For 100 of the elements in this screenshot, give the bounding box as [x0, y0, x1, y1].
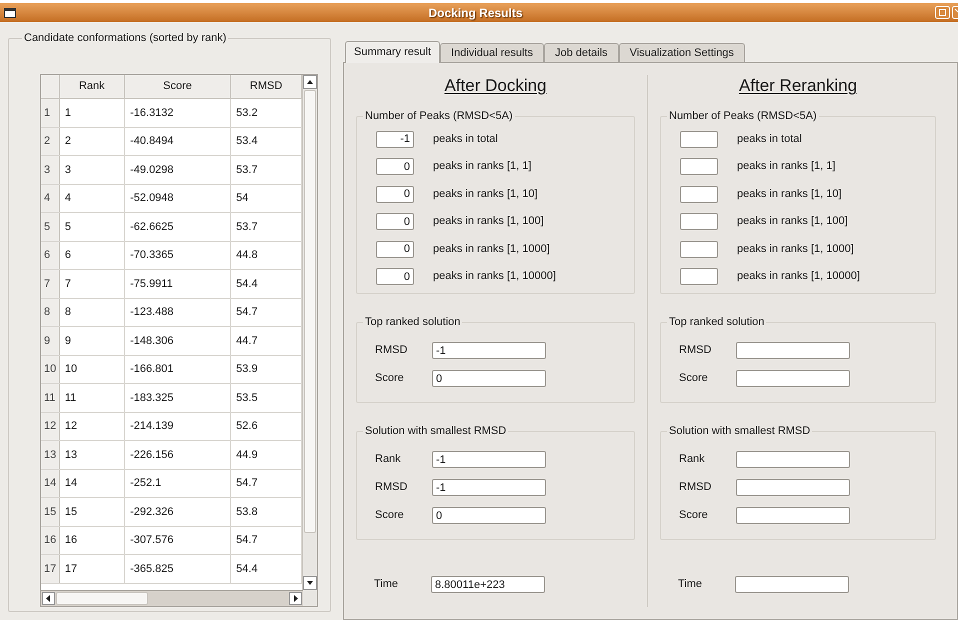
field-label: peaks in ranks [1, 10000]	[737, 269, 860, 284]
input-field[interactable]	[680, 186, 718, 202]
field-label: peaks in ranks [1, 1000]	[737, 242, 854, 257]
row-header[interactable]: 8	[41, 298, 60, 326]
table-cell: 17	[60, 555, 126, 582]
table-cell: -148.306	[125, 327, 232, 354]
table-cell: -292.326	[125, 498, 232, 526]
row-header[interactable]: 17	[41, 555, 60, 582]
table-cell: -52.0948	[125, 184, 232, 212]
field-label: peaks in ranks [1, 100]	[433, 214, 544, 230]
row-header[interactable]: 12	[41, 412, 60, 440]
field-label: RMSD	[375, 343, 408, 358]
row-header[interactable]: 3	[41, 156, 60, 184]
row-header[interactable]: 7	[41, 270, 60, 298]
group-title: Candidate conformations (sorted by rank)	[22, 30, 228, 46]
scroll-right-icon[interactable]	[289, 592, 302, 605]
field-label: RMSD	[679, 343, 712, 358]
row-header[interactable]: 2	[41, 128, 60, 155]
input-field[interactable]: 0	[432, 370, 546, 387]
input-field[interactable]	[736, 479, 850, 496]
input-field[interactable]: -1	[432, 451, 546, 468]
scroll-up-icon[interactable]	[303, 75, 317, 89]
input-field[interactable]	[680, 213, 718, 230]
input-field[interactable]	[680, 158, 718, 175]
input-field[interactable]	[680, 130, 718, 148]
row-header[interactable]: 5	[41, 213, 60, 240]
scrollbar-thumb[interactable]	[304, 90, 316, 533]
input-field[interactable]: -1	[376, 130, 414, 148]
table-cell: 16	[60, 526, 126, 554]
table-cell: -307.576	[125, 526, 232, 554]
table-cell: 4	[60, 184, 126, 212]
close-icon[interactable]	[952, 6, 958, 19]
field-label: Score	[679, 371, 709, 386]
tab[interactable]: Job details	[544, 43, 619, 62]
tab[interactable]: Summary result	[345, 41, 440, 63]
field-label: peaks in ranks [1, 1]	[737, 159, 836, 174]
row-header[interactable]: 9	[41, 327, 60, 354]
input-field[interactable]	[680, 240, 718, 258]
table-cell: -123.488	[125, 298, 232, 326]
table-cell: -252.1	[125, 470, 232, 497]
input-field[interactable]: 0	[376, 268, 414, 285]
window-title: Docking Results	[428, 4, 523, 22]
group-title: Top ranked solution	[363, 314, 462, 330]
table-cell: 14	[60, 470, 126, 497]
input-field[interactable]: 0	[376, 240, 414, 258]
field-label: peaks in total	[737, 132, 802, 147]
horizontal-scrollbar[interactable]	[41, 590, 303, 606]
row-header[interactable]: 11	[41, 384, 60, 412]
row-header[interactable]: 4	[41, 184, 60, 212]
row-header[interactable]: 16	[41, 526, 60, 554]
input-field[interactable]	[736, 370, 850, 387]
tab[interactable]: Individual results	[440, 43, 544, 62]
table-cell: 2	[60, 128, 126, 155]
field-label: RMSD	[679, 480, 712, 496]
row-header[interactable]: 15	[41, 498, 60, 526]
table-cell: 5	[60, 213, 126, 240]
column-header[interactable]: Rank	[60, 75, 125, 98]
input-field[interactable]: -1	[432, 479, 546, 496]
input-field[interactable]	[680, 268, 718, 285]
row-header[interactable]: 13	[41, 441, 60, 468]
row-header[interactable]: 6	[41, 242, 60, 269]
table-cell: -214.139	[125, 412, 232, 440]
window-menu-icon[interactable]	[4, 8, 16, 18]
scroll-left-icon[interactable]	[42, 592, 55, 605]
section-heading: After Reranking	[738, 75, 858, 97]
input-field[interactable]	[736, 451, 850, 468]
table-cell: 10	[60, 356, 126, 383]
table-cell: 3	[60, 156, 126, 184]
column-header[interactable]: Score	[124, 75, 232, 98]
field-label: peaks in ranks [1, 10]	[433, 186, 538, 202]
input-field[interactable]: 0	[376, 213, 414, 230]
table-cell: 7	[60, 270, 126, 298]
table-cell: -226.156	[125, 441, 232, 468]
input-field[interactable]: 0	[376, 186, 414, 202]
field-label: peaks in ranks [1, 100]	[737, 214, 848, 230]
table-cell: -70.3365	[125, 242, 232, 269]
field-label: Time	[678, 577, 704, 592]
input-field[interactable]: 0	[376, 158, 414, 175]
table-cell: -40.8494	[125, 128, 232, 155]
field-label: Score	[375, 371, 405, 386]
input-field[interactable]: 8.80011e+223	[431, 576, 545, 593]
table-cell: 8	[60, 298, 126, 326]
input-field[interactable]	[736, 507, 850, 524]
tab[interactable]: Visualization Settings	[618, 43, 745, 62]
table-cell: 6	[60, 242, 126, 269]
table-cell: -183.325	[125, 384, 232, 412]
input-field[interactable]	[736, 342, 850, 359]
field-label: peaks in ranks [1, 10000]	[433, 269, 556, 284]
row-header[interactable]: 14	[41, 470, 60, 497]
vertical-scrollbar[interactable]	[302, 75, 317, 606]
table-cell: 15	[60, 498, 126, 526]
row-header[interactable]: 10	[41, 356, 60, 383]
input-field[interactable]: 0	[432, 507, 546, 524]
row-header[interactable]: 1	[41, 99, 60, 126]
input-field[interactable]	[735, 576, 849, 593]
input-field[interactable]: -1	[432, 342, 546, 359]
scroll-down-icon[interactable]	[303, 576, 317, 590]
field-label: peaks in ranks [1, 10]	[737, 186, 842, 202]
maximize-icon[interactable]	[935, 6, 950, 19]
scrollbar-thumb[interactable]	[56, 592, 148, 605]
